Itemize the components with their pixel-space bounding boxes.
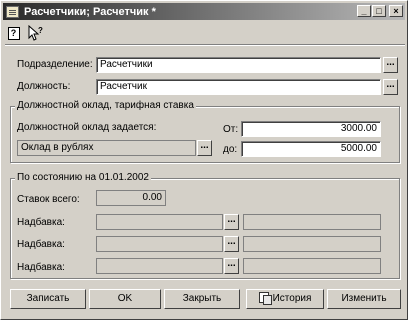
maximize-button[interactable]: □ bbox=[372, 5, 386, 17]
close-button[interactable]: Закрыть bbox=[164, 289, 240, 309]
allowance-label-3: Надбавка: bbox=[17, 262, 65, 273]
help-icon: ? bbox=[7, 26, 20, 40]
salary-group-title: Должностной оклад, тарифная ставка bbox=[15, 100, 196, 112]
allowance-field-3[interactable] bbox=[96, 258, 223, 274]
allowance-label-2: Надбавка: bbox=[17, 239, 65, 250]
allowance-extra-field-3[interactable] bbox=[243, 258, 381, 274]
title-bar[interactable]: Расчетчики; Расчетчик * _ □ × bbox=[3, 3, 405, 20]
salary-set-label: Должностной оклад задается: bbox=[17, 122, 157, 133]
salary-mode-select[interactable]: Оклад в рублях bbox=[17, 140, 196, 156]
pointer-help-icon: ? bbox=[28, 25, 43, 41]
rates-label: Ставок всего: bbox=[17, 194, 80, 205]
department-field[interactable]: Расчетчики bbox=[96, 57, 381, 73]
document-icon bbox=[6, 5, 19, 18]
salary-mode-select-button[interactable]: ... bbox=[197, 140, 212, 156]
allowance-select-button-2[interactable]: ... bbox=[224, 236, 239, 252]
help-button[interactable]: ? bbox=[5, 25, 22, 42]
from-label: От: bbox=[223, 124, 239, 135]
svg-text:?: ? bbox=[38, 26, 43, 35]
context-help-button[interactable]: ? bbox=[26, 25, 43, 42]
department-label: Подразделение: bbox=[17, 59, 93, 70]
position-field[interactable]: Расчетчик bbox=[96, 79, 381, 95]
history-button[interactable]: История bbox=[246, 289, 324, 309]
record-button[interactable]: Записать bbox=[10, 289, 86, 309]
allowance-label-1: Надбавка: bbox=[17, 217, 65, 228]
state-group-title: По состоянию на 01.01.2002 bbox=[15, 172, 151, 184]
change-button[interactable]: Изменить bbox=[327, 289, 401, 309]
allowance-extra-field-2[interactable] bbox=[243, 236, 381, 252]
toolbar-divider bbox=[5, 44, 405, 46]
salary-from-field[interactable]: 3000.00 bbox=[241, 121, 381, 137]
rates-total-field: 0.00 bbox=[96, 190, 166, 206]
ok-button[interactable]: OK bbox=[89, 289, 161, 309]
history-icon bbox=[258, 292, 272, 305]
allowance-select-button-1[interactable]: ... bbox=[224, 214, 239, 230]
history-button-label: История bbox=[272, 293, 312, 304]
salary-to-field[interactable]: 5000.00 bbox=[241, 141, 381, 157]
allowance-select-button-3[interactable]: ... bbox=[224, 258, 239, 274]
dialog-window: Расчетчики; Расчетчик * _ □ × ? ? Подраз… bbox=[0, 0, 408, 320]
close-window-button[interactable]: × bbox=[389, 5, 403, 17]
to-label: до: bbox=[223, 144, 238, 155]
allowance-field-2[interactable] bbox=[96, 236, 223, 252]
toolbar: ? ? bbox=[5, 23, 43, 43]
position-select-button[interactable]: ... bbox=[383, 79, 398, 95]
position-label: Должность: bbox=[17, 81, 71, 92]
department-select-button[interactable]: ... bbox=[383, 57, 398, 73]
minimize-button[interactable]: _ bbox=[357, 5, 371, 17]
window-title: Расчетчики; Расчетчик * bbox=[24, 5, 156, 18]
allowance-extra-field-1[interactable] bbox=[243, 214, 381, 230]
allowance-field-1[interactable] bbox=[96, 214, 223, 230]
